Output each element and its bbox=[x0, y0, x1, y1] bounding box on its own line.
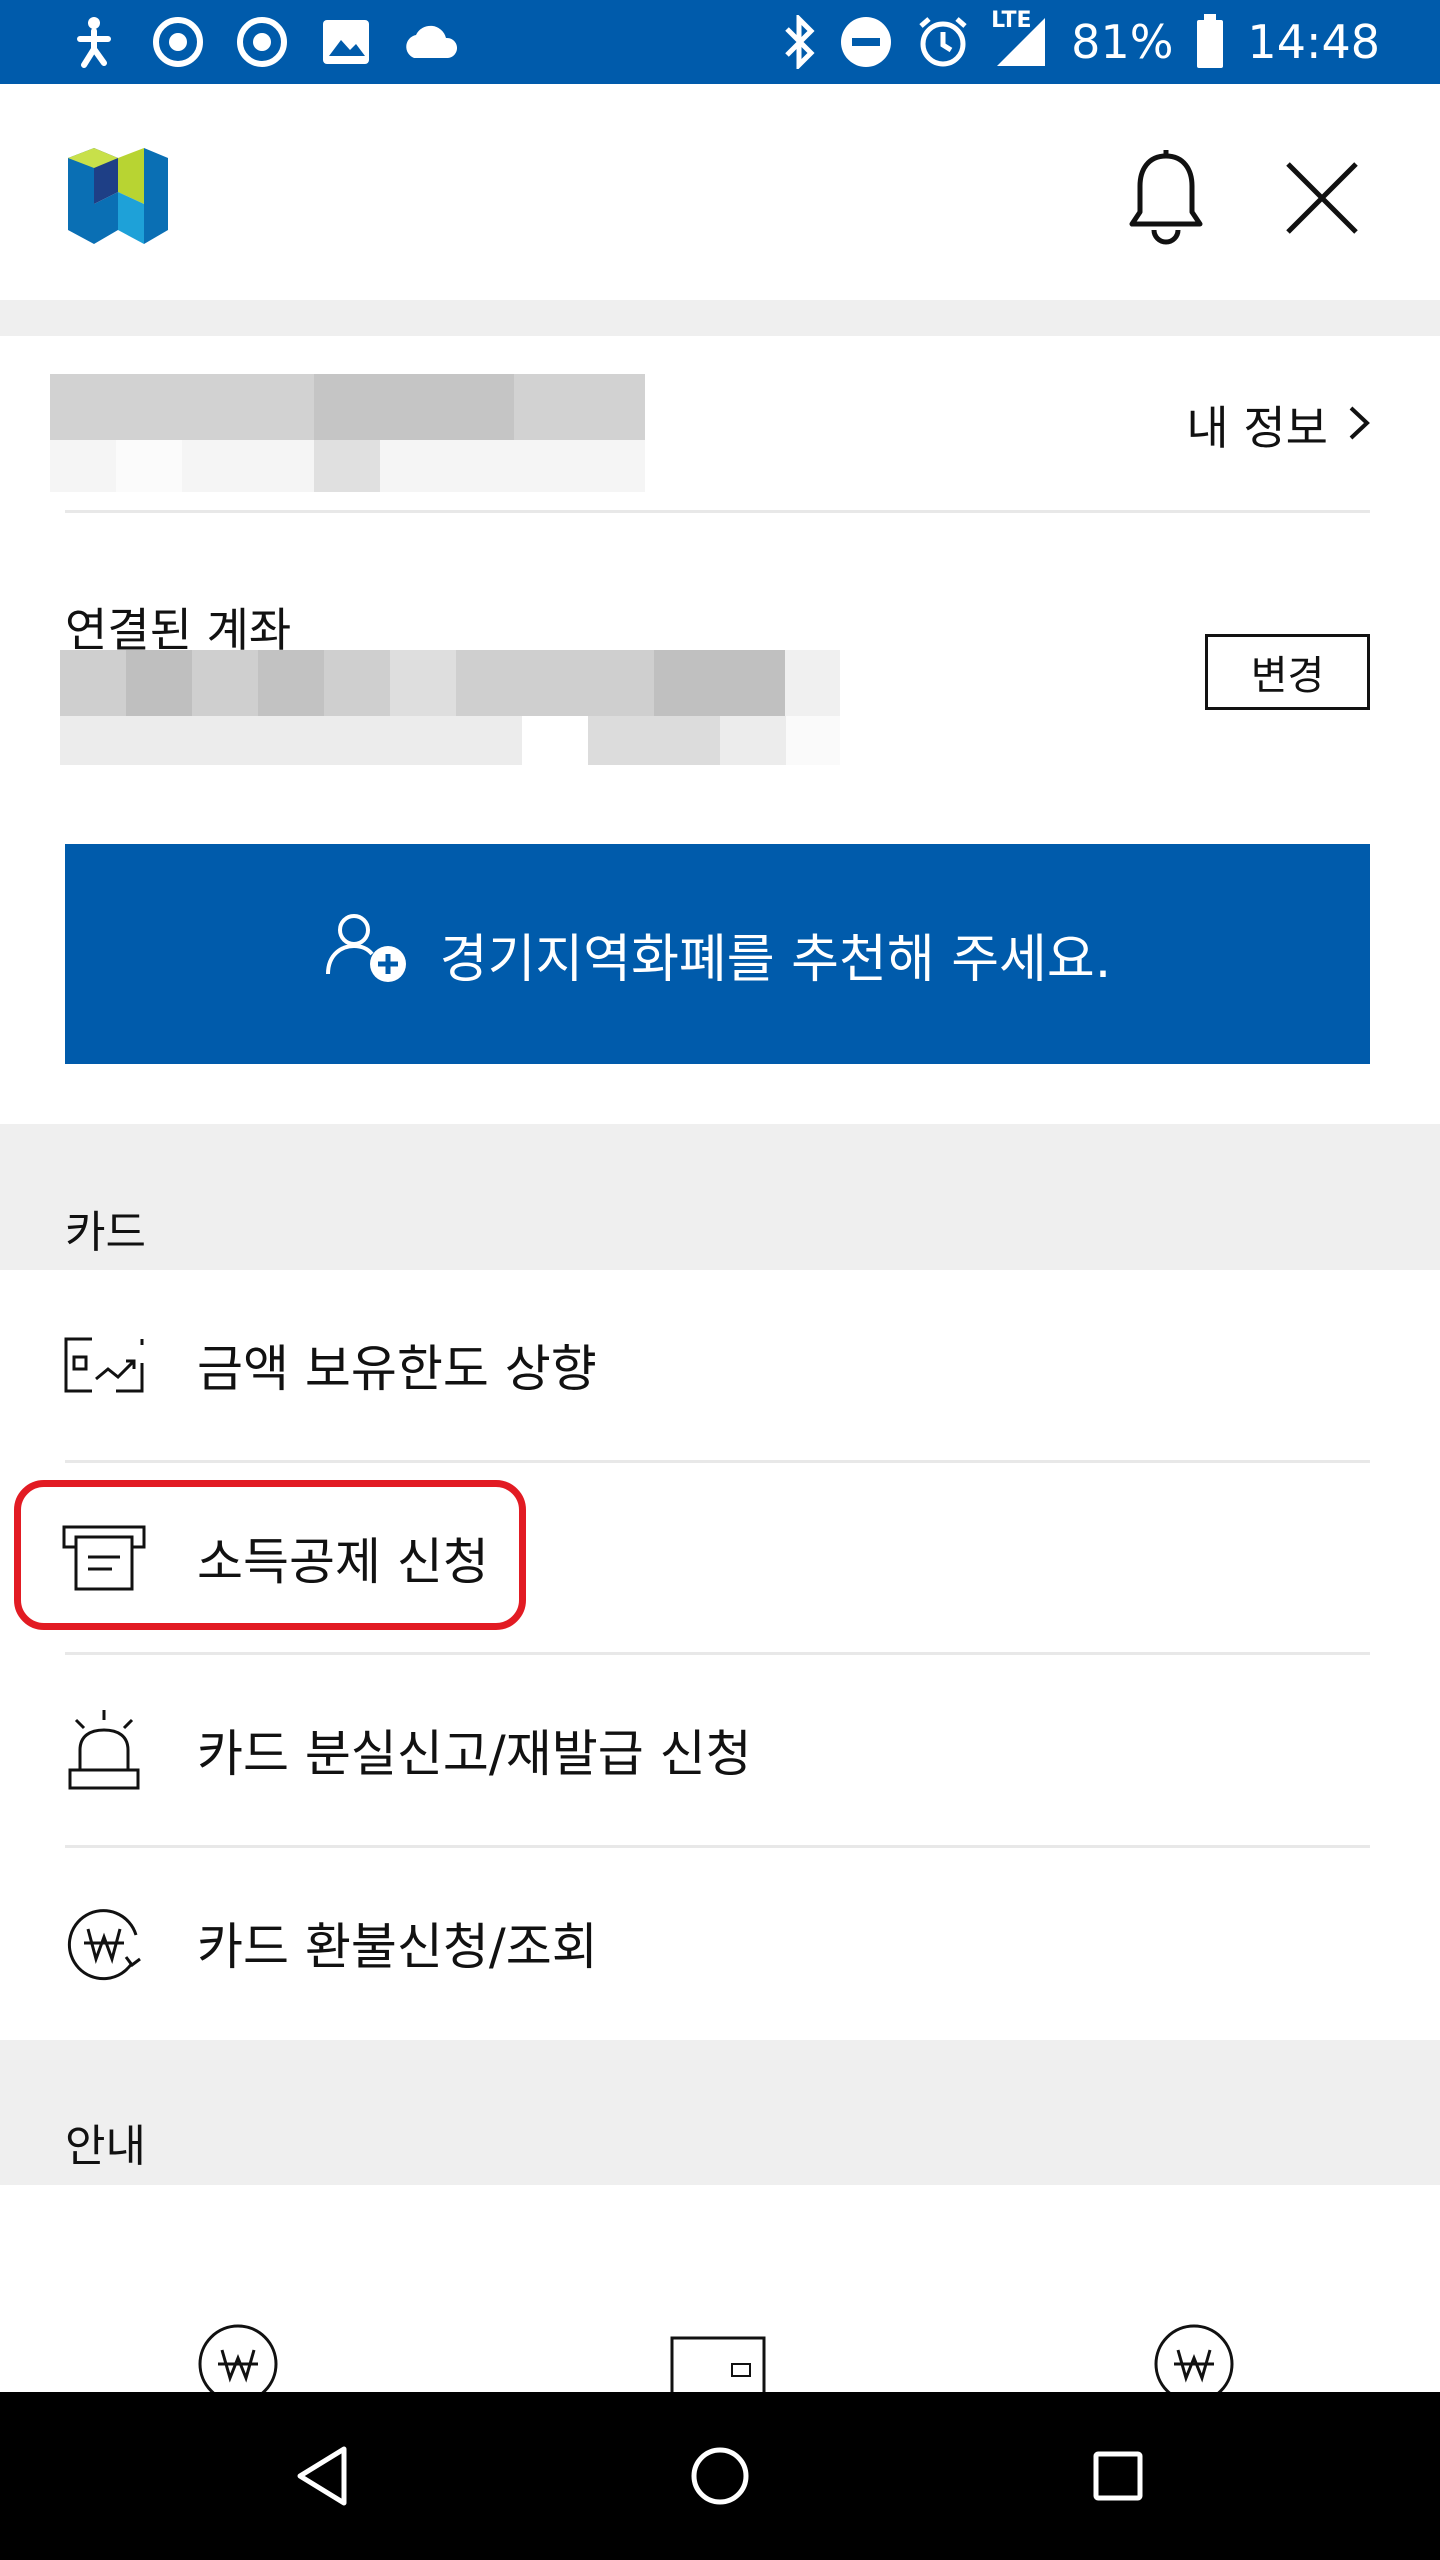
network-type: LTE bbox=[991, 8, 1032, 33]
recents-icon[interactable] bbox=[1076, 2434, 1160, 2518]
sync-icon bbox=[146, 12, 210, 72]
accessibility-icon bbox=[62, 12, 126, 72]
menu-item-label: 금액 보유한도 상향 bbox=[197, 1340, 597, 1398]
sync-icon bbox=[230, 12, 294, 72]
won-refund-icon bbox=[62, 1901, 146, 1985]
add-user-icon bbox=[324, 912, 410, 997]
my-info-link[interactable]: 내 정보 bbox=[1186, 392, 1370, 458]
info-section-title: 안내 bbox=[65, 2121, 146, 2172]
chevron-right-icon bbox=[1348, 398, 1370, 452]
clock: 14:48 bbox=[1247, 15, 1380, 69]
app-logo bbox=[64, 144, 172, 248]
status-bar: LTE 81% 14:48 bbox=[0, 0, 1440, 84]
bluetooth-icon bbox=[781, 15, 817, 69]
status-left-icons bbox=[62, 12, 462, 72]
battery-icon bbox=[1195, 14, 1225, 70]
system-nav-bar bbox=[0, 2392, 1440, 2560]
recommend-label: 경기지역화폐를 추천해 주세요. bbox=[439, 929, 1112, 990]
menu-item-card-loss-report[interactable]: 카드 분실신고/재발급 신청 bbox=[0, 1655, 1440, 1845]
info-section-header bbox=[0, 2040, 1440, 2185]
bell-icon[interactable] bbox=[1128, 148, 1204, 248]
menu-item-card-refund[interactable]: 카드 환불신청/조회 bbox=[0, 1848, 1440, 2038]
menu-item-label: 카드 분실신고/재발급 신청 bbox=[197, 1725, 752, 1783]
signal-icon: LTE bbox=[991, 8, 1049, 70]
battery-percent: 81% bbox=[1071, 15, 1174, 69]
close-icon[interactable] bbox=[1282, 158, 1362, 238]
profile-name-blurred bbox=[50, 374, 645, 492]
cloud-icon bbox=[398, 12, 462, 72]
image-icon bbox=[314, 12, 378, 72]
card-section-title: 카드 bbox=[65, 1207, 146, 1258]
menu-item-label: 카드 환불신청/조회 bbox=[197, 1918, 598, 1976]
my-info-label: 내 정보 bbox=[1186, 401, 1328, 455]
siren-icon bbox=[62, 1708, 146, 1792]
status-right: LTE 81% 14:48 bbox=[781, 0, 1380, 84]
home-icon[interactable] bbox=[678, 2434, 762, 2518]
menu-item-income-deduction[interactable]: 소득공제 신청 bbox=[0, 1463, 1440, 1653]
won-icon[interactable] bbox=[1152, 2322, 1236, 2404]
limit-chart-icon bbox=[62, 1323, 146, 1407]
menu-item-limit-increase[interactable]: 금액 보유한도 상향 bbox=[0, 1270, 1440, 1460]
back-icon[interactable] bbox=[280, 2434, 364, 2518]
won-icon[interactable] bbox=[196, 2322, 280, 2404]
menu-item-label: 소득공제 신청 bbox=[197, 1533, 489, 1591]
account-number-blurred bbox=[60, 650, 840, 765]
card-icon[interactable] bbox=[670, 2336, 766, 2400]
header-divider bbox=[0, 300, 1440, 336]
divider bbox=[65, 510, 1370, 513]
card-section-header bbox=[0, 1124, 1440, 1270]
change-account-button[interactable]: 변경 bbox=[1205, 634, 1370, 710]
receipt-icon bbox=[62, 1516, 146, 1600]
app-header bbox=[0, 84, 1440, 300]
recommend-button[interactable]: 경기지역화폐를 추천해 주세요. bbox=[65, 844, 1370, 1064]
do-not-disturb-icon bbox=[839, 15, 893, 69]
alarm-icon bbox=[915, 14, 971, 70]
